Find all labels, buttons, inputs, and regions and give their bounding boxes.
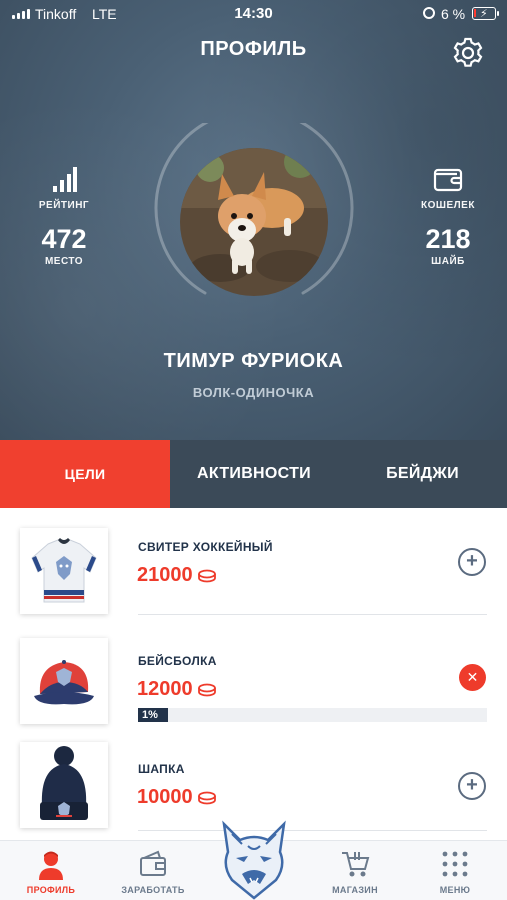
goal-name: БЕЙСБОЛКА: [138, 654, 217, 668]
wallet-stat[interactable]: КОШЕЛЕК 218 ШАЙБ: [393, 158, 503, 267]
rating-stat[interactable]: РЕЙТИНГ 472 МЕСТО: [9, 158, 119, 267]
puck-icon: [197, 569, 216, 582]
goal-image: [20, 742, 108, 828]
beanie-image: [20, 742, 108, 828]
wallet-icon: [393, 158, 503, 192]
goal-price: 10000: [137, 786, 217, 809]
nav-shop-label: МАГАЗИН: [332, 885, 378, 895]
rating-label: РЕЙТИНГ: [38, 200, 90, 211]
battery-icon: ⚡: [472, 7, 499, 20]
divider: [138, 614, 487, 615]
wolf-logo-icon: [222, 820, 286, 900]
user-name: ТИМУР ФУРИОКА: [163, 350, 344, 372]
bar-chart-icon: [9, 158, 119, 192]
list-item[interactable]: БЕЙСБОЛКА 12000 ✕ 1%: [0, 616, 507, 724]
profile-tabs: ЦЕЛИ АКТИВНОСТИ БЕЙДЖИ: [0, 440, 507, 508]
nav-shop[interactable]: МАГАЗИН: [310, 847, 400, 895]
list-item[interactable]: СВИТЕР ХОККЕЙНЫЙ 21000 +: [0, 508, 507, 616]
baseball-cap-image: [20, 638, 108, 724]
list-item[interactable]: ШАПКА 10000 +: [0, 724, 507, 832]
remove-goal-button[interactable]: ✕: [459, 664, 486, 691]
corgi-photo: [180, 148, 328, 296]
gear-icon: [453, 37, 483, 67]
wallet-icon: [108, 847, 198, 881]
add-goal-button[interactable]: +: [458, 772, 486, 800]
page-title: ПРОФИЛЬ: [200, 38, 307, 60]
menu-icon: [410, 847, 500, 881]
settings-button[interactable]: [449, 34, 487, 72]
goals-list: СВИТЕР ХОККЕЙНЫЙ 21000 + БЕЙСБОЛКА 12000: [0, 508, 507, 840]
nav-earn[interactable]: ЗАРАБОТАТЬ: [108, 847, 198, 895]
hockey-jersey-image: [20, 528, 108, 614]
puck-icon: [197, 791, 216, 804]
rating-value: 472: [41, 224, 87, 254]
wallet-label: КОШЕЛЕК: [421, 200, 475, 211]
user-status: ВОЛК-ОДИНОЧКА: [192, 385, 315, 400]
profile-header: Tinkoff LTE 14:30 6 % ⚡ ПРОФИЛЬ РЕЙТИНГ …: [0, 0, 507, 440]
status-bar: Tinkoff LTE 14:30 6 % ⚡: [0, 0, 507, 28]
close-icon: ✕: [466, 669, 479, 685]
goal-image: [20, 638, 108, 724]
wallet-value: 218: [425, 224, 471, 254]
nav-earn-label: ЗАРАБОТАТЬ: [121, 885, 185, 895]
nav-menu[interactable]: МЕНЮ: [410, 847, 500, 895]
divider: [138, 830, 487, 831]
goal-price: 21000: [137, 564, 217, 587]
tab-activities[interactable]: АКТИВНОСТИ: [170, 440, 338, 508]
battery-percent: 6 %: [441, 6, 466, 22]
wallet-unit: ШАЙБ: [431, 256, 465, 267]
alarm-icon: [423, 7, 435, 19]
plus-icon: +: [466, 550, 478, 572]
tab-badges[interactable]: БЕЙДЖИ: [338, 440, 507, 508]
tab-goals[interactable]: ЦЕЛИ: [0, 440, 170, 508]
plus-icon: +: [466, 774, 478, 796]
nav-profile[interactable]: ПРОФИЛЬ: [6, 847, 96, 895]
goal-name: СВИТЕР ХОККЕЙНЫЙ: [138, 540, 273, 554]
puck-icon: [197, 683, 216, 696]
user-icon: [6, 847, 96, 881]
add-goal-button[interactable]: +: [458, 548, 486, 576]
rating-unit: МЕСТО: [44, 256, 84, 267]
avatar[interactable]: [180, 148, 328, 296]
goal-price-value: 12000: [137, 678, 193, 700]
goal-price-value: 10000: [137, 786, 193, 808]
goal-image: [20, 528, 108, 614]
goal-progress-bar: 1%: [138, 708, 487, 722]
nav-home-logo[interactable]: [214, 818, 294, 900]
nav-menu-label: МЕНЮ: [439, 885, 471, 895]
goal-price: 12000: [137, 678, 217, 701]
goal-name: ШАПКА: [138, 762, 185, 776]
goal-progress-label: 1%: [142, 709, 158, 721]
goal-price-value: 21000: [137, 564, 193, 586]
cart-icon: [310, 847, 400, 881]
nav-profile-label: ПРОФИЛЬ: [26, 885, 76, 895]
